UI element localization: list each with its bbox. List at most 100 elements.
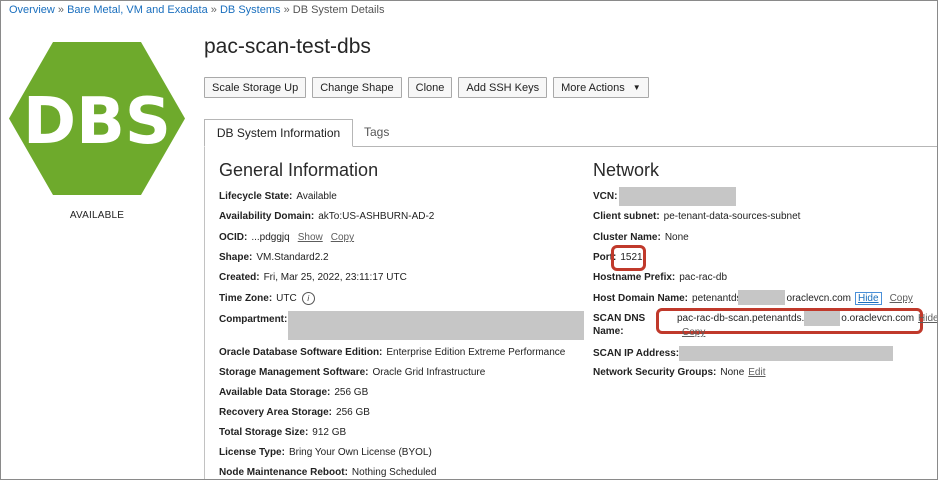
field-label: Time Zone: <box>219 293 273 304</box>
field-value: ...pdggjq <box>251 232 290 243</box>
field-label: Name: <box>593 326 624 337</box>
tab-db-system-information[interactable]: DB System Information <box>204 119 353 147</box>
field-label: Created: <box>219 272 260 283</box>
field-value: pac-rac-db <box>679 272 728 283</box>
field-label: Cluster Name: <box>593 232 661 243</box>
breadcrumb-separator: » <box>283 4 290 16</box>
availability-domain-field: Availability Domain: akTo:US-ASHBURN-AD-… <box>219 211 434 222</box>
field-label: Recovery Area Storage: <box>219 407 333 418</box>
ocid-copy-link[interactable]: Copy <box>331 232 354 243</box>
field-value: Enterprise Edition Extreme Performance <box>386 347 566 358</box>
clone-button[interactable]: Clone <box>407 77 453 98</box>
breadcrumb-current: DB System Details <box>292 4 385 16</box>
panel-left-border <box>204 147 205 479</box>
host-domain-hide-link[interactable]: Hide <box>854 292 882 305</box>
created-field: Created: Fri, Mar 25, 2022, 23:11:17 UTC <box>219 272 407 283</box>
scan-dns-label-line1: SCAN DNS <box>593 313 649 324</box>
vcn-redacted <box>619 187 736 206</box>
software-edition-field: Oracle Database Software Edition: Enterp… <box>219 347 565 358</box>
field-value: Bring Your Own License (BYOL) <box>288 447 432 458</box>
scale-storage-up-button[interactable]: Scale Storage Up <box>204 77 307 98</box>
vcn-field: VCN: <box>593 191 621 202</box>
lifecycle-status-label: AVAILABLE <box>69 210 125 221</box>
scan-copy-field: Copy <box>682 327 705 338</box>
storage-management-field: Storage Management Software: Oracle Grid… <box>219 367 485 378</box>
hostname-prefix-field: Hostname Prefix: pac-rac-db <box>593 272 727 283</box>
field-value: 912 GB <box>312 427 347 438</box>
tab-bar: DB System Information Tags <box>204 119 937 147</box>
recovery-area-storage-field: Recovery Area Storage: 256 GB <box>219 407 370 418</box>
tab-tags[interactable]: Tags <box>364 119 389 145</box>
change-shape-button[interactable]: Change Shape <box>312 77 402 98</box>
field-label: Available Data Storage: <box>219 387 331 398</box>
compartment-redacted <box>288 311 584 340</box>
breadcrumb-separator: » <box>57 4 65 16</box>
breadcrumb-overview[interactable]: Overview <box>9 4 55 16</box>
port-highlight-box <box>611 245 646 271</box>
lifecycle-state-field: Lifecycle State: Available <box>219 191 337 202</box>
network-security-groups-field: Network Security Groups: None Edit <box>593 367 766 378</box>
field-label: Lifecycle State: <box>219 191 293 202</box>
field-label: VCN: <box>593 191 618 202</box>
license-type-field: License Type: Bring Your Own License (BY… <box>219 447 432 458</box>
total-storage-size-field: Total Storage Size: 912 GB <box>219 427 346 438</box>
page-frame: Overview » Bare Metal, VM and Exadata » … <box>0 0 938 480</box>
field-label: Node Maintenance Reboot: <box>219 467 348 478</box>
field-label: Client subnet: <box>593 211 660 222</box>
ocid-show-link[interactable]: Show <box>298 232 323 243</box>
field-label: Compartment: <box>219 314 288 325</box>
scan-ip-address-field: SCAN IP Address: <box>593 348 683 359</box>
field-value: Available <box>296 191 337 202</box>
action-toolbar: Scale Storage Up Change Shape Clone Add … <box>204 77 655 98</box>
field-value: VM.Standard2.2 <box>256 252 329 263</box>
field-label: SCAN DNS <box>593 313 646 324</box>
more-actions-button[interactable]: More Actions ▼ <box>553 77 649 98</box>
caret-down-icon: ▼ <box>632 83 641 92</box>
client-subnet-field: Client subnet: pe-tenant-data-sources-su… <box>593 211 800 222</box>
field-value: 256 GB <box>334 387 369 398</box>
more-actions-label: More Actions <box>561 81 625 94</box>
ocid-field: OCID: ...pdggjq Show Copy <box>219 232 354 243</box>
field-label: Shape: <box>219 252 253 263</box>
field-value: petenantds <box>692 293 742 304</box>
field-value: Fri, Mar 25, 2022, 23:11:17 UTC <box>263 272 407 283</box>
scan-dns-hide-link[interactable]: Hide <box>918 313 937 324</box>
nsg-edit-link[interactable]: Edit <box>748 367 765 378</box>
scan-ip-redacted <box>679 346 893 361</box>
field-label: Hostname Prefix: <box>593 272 676 283</box>
cluster-name-field: Cluster Name: None <box>593 232 689 243</box>
info-icon[interactable]: i <box>301 292 315 305</box>
field-value: None <box>720 367 745 378</box>
host-domain-copy-link[interactable]: Copy <box>890 293 913 304</box>
scan-hide-field: Hide <box>918 313 937 324</box>
field-label: Total Storage Size: <box>219 427 309 438</box>
domain-redacted <box>738 290 785 305</box>
compartment-field: Compartment: <box>219 314 291 325</box>
field-label: Oracle Database Software Edition: <box>219 347 383 358</box>
scan-dns-copy-link[interactable]: Copy <box>682 327 705 338</box>
field-value: Nothing Scheduled <box>351 467 437 478</box>
field-label: Storage Management Software: <box>219 367 369 378</box>
field-label: License Type: <box>219 447 285 458</box>
field-value: Oracle Grid Infrastructure <box>372 367 486 378</box>
page-title: pac-scan-test-dbs <box>204 35 371 58</box>
breadcrumb-bare-metal[interactable]: Bare Metal, VM and Exadata <box>67 4 208 16</box>
breadcrumb-db-systems[interactable]: DB Systems <box>220 4 281 16</box>
field-value: None <box>664 232 689 243</box>
node-maintenance-reboot-field: Node Maintenance Reboot: Nothing Schedul… <box>219 467 436 478</box>
field-value: UTC <box>276 293 297 304</box>
general-information-heading: General Information <box>219 160 379 180</box>
dbs-hexagon-logo: DBS <box>9 42 185 195</box>
logo-text: DBS <box>23 85 171 159</box>
field-label: Host Domain Name: <box>593 293 689 304</box>
scan-dns-label-line2: Name: <box>593 326 628 337</box>
field-label: OCID: <box>219 232 248 243</box>
available-data-storage-field: Available Data Storage: 256 GB <box>219 387 368 398</box>
field-label: Availability Domain: <box>219 211 315 222</box>
time-zone-field: Time Zone: UTC i <box>219 292 315 305</box>
network-heading: Network <box>593 160 660 180</box>
field-label: SCAN IP Address: <box>593 348 680 359</box>
add-ssh-keys-button[interactable]: Add SSH Keys <box>458 77 548 98</box>
field-value: akTo:US-ASHBURN-AD-2 <box>318 211 435 222</box>
breadcrumb: Overview » Bare Metal, VM and Exadata » … <box>9 4 384 16</box>
